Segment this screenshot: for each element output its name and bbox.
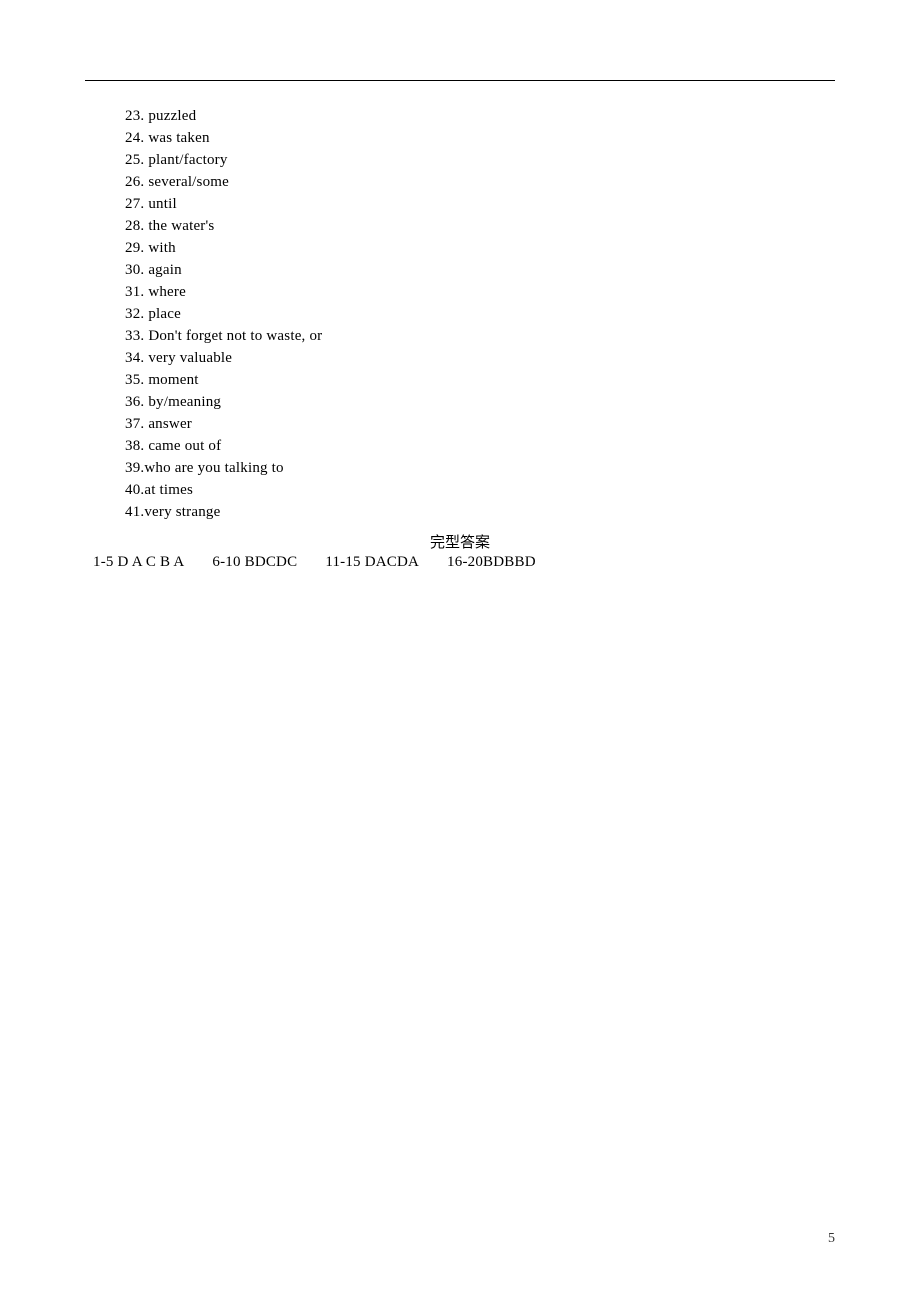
answer-item: 37. answer bbox=[125, 413, 835, 435]
answer-text: was taken bbox=[148, 130, 209, 146]
cloze-answers-line: 1-5 D A C B A 6-10 BDCDC 11-15 DACDA 16-20B… bbox=[85, 554, 835, 571]
page-number: 5 bbox=[828, 1231, 835, 1247]
answer-text: answer bbox=[148, 416, 192, 432]
answer-item: 23. puzzled bbox=[125, 105, 835, 127]
answer-number: 29. bbox=[125, 240, 144, 256]
answer-item: 32. place bbox=[125, 303, 835, 325]
answer-number: 23. bbox=[125, 108, 144, 124]
answer-item: 29. with bbox=[125, 237, 835, 259]
answer-text: moment bbox=[148, 372, 198, 388]
answer-text: until bbox=[148, 196, 177, 212]
answer-item: 28. the water's bbox=[125, 215, 835, 237]
answer-number: 40. bbox=[125, 482, 144, 498]
answer-number: 37. bbox=[125, 416, 144, 432]
answer-item: 33. Don't forget not to waste, or bbox=[125, 325, 835, 347]
answer-number: 39. bbox=[125, 460, 144, 476]
cloze-segment: 16-20BDBBD bbox=[447, 554, 536, 571]
answer-item: 31. where bbox=[125, 281, 835, 303]
answer-number: 34. bbox=[125, 350, 144, 366]
answer-text: place bbox=[148, 306, 181, 322]
answer-text: several/some bbox=[148, 174, 229, 190]
answer-text: came out of bbox=[148, 438, 221, 454]
answer-number: 32. bbox=[125, 306, 144, 322]
answer-number: 30. bbox=[125, 262, 144, 278]
answer-number: 35. bbox=[125, 372, 144, 388]
answer-text: very valuable bbox=[148, 350, 232, 366]
answer-list: 23. puzzled24. was taken25. plant/factor… bbox=[85, 105, 835, 523]
answer-number: 28. bbox=[125, 218, 144, 234]
answer-item: 41.very strange bbox=[125, 501, 835, 523]
answer-item: 25. plant/factory bbox=[125, 149, 835, 171]
cloze-segment: 1-5 D A C B A bbox=[93, 554, 184, 571]
answer-text: the water's bbox=[148, 218, 214, 234]
answer-item: 30. again bbox=[125, 259, 835, 281]
answer-number: 36. bbox=[125, 394, 144, 410]
answer-number: 25. bbox=[125, 152, 144, 168]
page-container: 23. puzzled24. was taken25. plant/factor… bbox=[0, 0, 920, 1302]
answer-number: 27. bbox=[125, 196, 144, 212]
answer-item: 36. by/meaning bbox=[125, 391, 835, 413]
answer-text: who are you talking to bbox=[144, 460, 283, 476]
answer-text: by/meaning bbox=[148, 394, 221, 410]
answer-item: 35. moment bbox=[125, 369, 835, 391]
answer-number: 41. bbox=[125, 504, 144, 520]
answer-item: 34. very valuable bbox=[125, 347, 835, 369]
answer-number: 24. bbox=[125, 130, 144, 146]
answer-text: plant/factory bbox=[148, 152, 227, 168]
answer-item: 26. several/some bbox=[125, 171, 835, 193]
answer-text: with bbox=[148, 240, 175, 256]
answer-number: 38. bbox=[125, 438, 144, 454]
answer-number: 33. bbox=[125, 328, 144, 344]
answer-text: at times bbox=[144, 482, 193, 498]
cloze-section-title: 完型答案 bbox=[85, 531, 835, 552]
answer-text: puzzled bbox=[148, 108, 196, 124]
answer-item: 24. was taken bbox=[125, 127, 835, 149]
cloze-segment: 6-10 BDCDC bbox=[212, 554, 297, 571]
answer-item: 39.who are you talking to bbox=[125, 457, 835, 479]
answer-number: 31. bbox=[125, 284, 144, 300]
answer-text: again bbox=[148, 262, 181, 278]
cloze-segment: 11-15 DACDA bbox=[325, 554, 419, 571]
answer-item: 38. came out of bbox=[125, 435, 835, 457]
answer-text: where bbox=[148, 284, 186, 300]
top-horizontal-rule bbox=[85, 80, 835, 81]
answer-text: Don't forget not to waste, or bbox=[148, 328, 322, 344]
answer-text: very strange bbox=[144, 504, 220, 520]
answer-number: 26. bbox=[125, 174, 144, 190]
answer-item: 27. until bbox=[125, 193, 835, 215]
answer-item: 40.at times bbox=[125, 479, 835, 501]
